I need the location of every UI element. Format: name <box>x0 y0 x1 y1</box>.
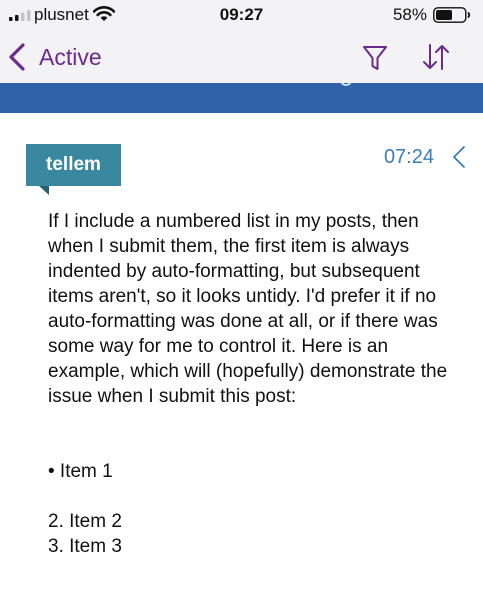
battery-icon <box>433 7 471 23</box>
status-bar: plusnet 09:27 58% <box>0 0 483 30</box>
author-tag[interactable]: tellem <box>26 144 121 186</box>
back-button-label: Active <box>39 43 102 70</box>
sort-icon[interactable] <box>421 42 451 72</box>
chevron-left-icon <box>9 43 25 71</box>
filter-icon[interactable] <box>362 44 388 72</box>
post-header: tellem 07:24 <box>0 113 483 195</box>
list-item: 2. Item 2 <box>48 511 122 532</box>
battery-percentage: 58% <box>392 5 427 24</box>
chevron-left-icon[interactable] <box>452 145 466 169</box>
author-tag-fold <box>39 186 49 195</box>
back-button[interactable]: Active <box>8 40 102 74</box>
post-body: If I include a numbered list in my posts… <box>48 209 458 559</box>
topic-banner <box>0 83 483 113</box>
navigation-bar: Active <box>0 30 483 83</box>
post-time: 07:24 <box>383 146 434 168</box>
list-item: 3. Item 3 <box>48 536 122 557</box>
post-paragraph: If I include a numbered list in my posts… <box>48 211 448 407</box>
list-item: • Item 1 <box>48 461 113 482</box>
banner-text-fragment <box>340 83 352 86</box>
